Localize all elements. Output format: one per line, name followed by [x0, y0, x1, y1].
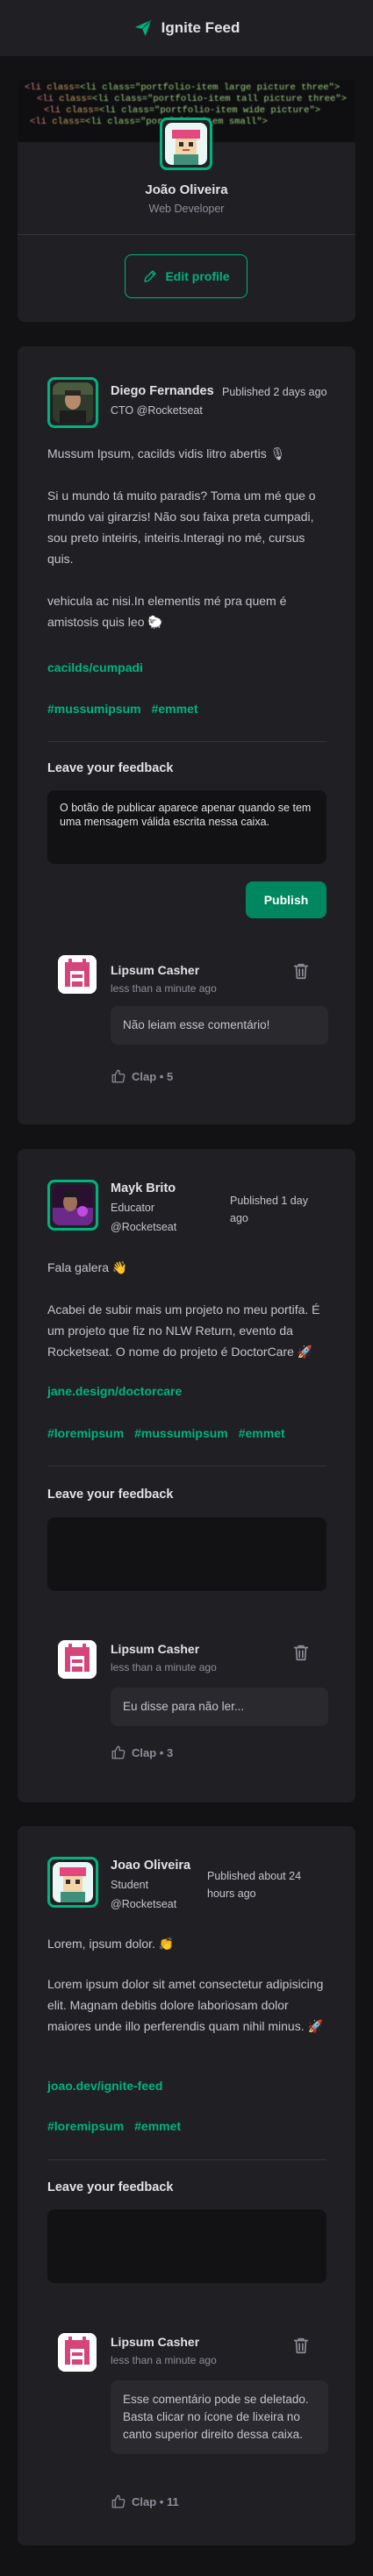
profile-card: <li class=<li class="portfolio-item larg…	[18, 79, 355, 322]
tag-link[interactable]: #mussumipsum	[134, 1426, 228, 1440]
post-card: Mayk Brito Educator @Rocketseat Publishe…	[18, 1149, 355, 1802]
comment-avatar	[58, 2333, 97, 2372]
comment-time: less than a minute ago	[111, 982, 217, 995]
tag-link[interactable]: #emmet	[134, 2119, 181, 2133]
post-tags: #loremipsum #emmet	[47, 2119, 181, 2133]
avatar-image	[53, 1862, 93, 1902]
feedback-textarea[interactable]	[47, 1517, 326, 1591]
clap-button[interactable]: Clap • 11	[111, 2494, 179, 2509]
post-tags: #mussumipsum #emmet	[47, 702, 198, 716]
divider	[47, 2159, 326, 2160]
clap-label: Clap • 11	[132, 2494, 179, 2508]
trash-icon[interactable]	[291, 2335, 311, 2356]
profile-name: João Oliveira	[145, 182, 228, 197]
comment-time: less than a minute ago	[111, 2354, 217, 2366]
feedback-title: Leave your feedback	[47, 761, 174, 775]
comment-time: less than a minute ago	[111, 1661, 217, 1673]
published-time: Published about 24	[207, 1870, 302, 1882]
author-role: Educator	[111, 1202, 155, 1214]
clap-label: Clap • 3	[132, 1745, 174, 1759]
thumbs-up-icon	[111, 1745, 126, 1760]
author-role: CTO @Rocketseat	[111, 404, 203, 417]
edit-profile-button[interactable]: Edit profile	[125, 254, 247, 298]
published-time: Published 1 day	[230, 1195, 308, 1207]
publish-button[interactable]: Publish	[246, 881, 326, 918]
pencil-icon	[144, 270, 157, 282]
tag-link[interactable]: #emmet	[152, 702, 198, 716]
author-avatar[interactable]	[47, 377, 98, 428]
clap-label: Clap • 5	[132, 1069, 174, 1083]
trash-icon[interactable]	[291, 1642, 311, 1663]
trash-icon[interactable]	[291, 960, 311, 981]
avatar-image	[53, 1185, 93, 1225]
comment-text: Não leiam esse comentário!	[111, 1006, 328, 1045]
post-paragraph: Fala galera 👋	[47, 1260, 128, 1274]
post-link[interactable]: cacilds/cumpadi	[47, 660, 143, 674]
post-card: Joao Oliveira Student @Rocketseat Publis…	[18, 1826, 355, 2545]
feedback-textarea[interactable]	[47, 2209, 326, 2283]
thumbs-up-icon	[111, 1068, 126, 1084]
published-time: Published 2 days ago	[222, 386, 327, 398]
feedback-title: Leave your feedback	[47, 2180, 174, 2194]
feedback-textarea[interactable]: O botão de publicar aparece apenar quand…	[47, 790, 326, 864]
post-paragraph: Lorem ipsum dolor sit amet consectetur a…	[47, 1977, 324, 2033]
author-name: Diego Fernandes	[111, 384, 214, 398]
post-paragraph: Mussum Ipsum, cacilds vidis litro aberti…	[47, 446, 286, 460]
comment-author: Lipsum Casher	[111, 1642, 200, 1656]
tag-link[interactable]: #loremipsum	[47, 2119, 124, 2133]
paper-plane-icon	[134, 19, 152, 37]
clap-button[interactable]: Clap • 5	[111, 1068, 173, 1084]
clap-button[interactable]: Clap • 3	[111, 1745, 173, 1760]
published-time: hours ago	[207, 1887, 256, 1900]
comment-avatar	[58, 955, 97, 994]
post-link[interactable]: jane.design/doctorcare	[47, 1384, 182, 1398]
app-title: Ignite Feed	[161, 19, 240, 36]
post-card: Diego Fernandes CTO @Rocketseat Publishe…	[18, 346, 355, 1124]
post-paragraph: Lorem, ipsum dolor. 👏	[47, 1937, 175, 1951]
app-header: Ignite Feed	[0, 0, 373, 56]
divider	[18, 234, 355, 235]
thumbs-up-icon	[111, 2494, 126, 2509]
post-paragraph: vehicula ac nisi.In elementis mé pra que…	[47, 594, 287, 629]
divider	[47, 741, 326, 742]
profile-role: Web Developer	[148, 203, 225, 215]
avatar-image	[165, 123, 207, 165]
avatar-image	[53, 382, 93, 423]
author-handle: @Rocketseat	[111, 1898, 177, 1910]
comment-author: Lipsum Casher	[111, 2335, 200, 2349]
profile-avatar[interactable]	[160, 118, 212, 170]
tag-link[interactable]: #emmet	[239, 1426, 285, 1440]
post-link[interactable]: joao.dev/ignite-feed	[47, 2079, 162, 2093]
comment-avatar	[58, 1640, 97, 1679]
edit-profile-label: Edit profile	[165, 269, 230, 283]
author-name: Joao Oliveira	[111, 1859, 191, 1873]
comment-text: Esse comentário pode se deletado. Basta …	[111, 2380, 328, 2454]
tag-link[interactable]: #mussumipsum	[47, 702, 141, 716]
comment-text: Eu disse para não ler...	[111, 1688, 328, 1726]
author-avatar[interactable]	[47, 1857, 98, 1908]
post-paragraph: Si u mundo tá muito paradis? Toma um mé …	[47, 489, 316, 566]
post-tags: #loremipsum #mussumipsum #emmet	[47, 1426, 285, 1440]
tag-link[interactable]: #loremipsum	[47, 1426, 124, 1440]
author-avatar[interactable]	[47, 1180, 98, 1231]
comment-author: Lipsum Casher	[111, 963, 200, 977]
feedback-title: Leave your feedback	[47, 1488, 174, 1502]
published-time: ago	[230, 1212, 248, 1224]
post-paragraph: Acabei de subir mais um projeto no meu p…	[47, 1302, 320, 1359]
author-role: Student	[111, 1879, 149, 1891]
author-handle: @Rocketseat	[111, 1221, 177, 1233]
author-name: Mayk Brito	[111, 1181, 176, 1195]
